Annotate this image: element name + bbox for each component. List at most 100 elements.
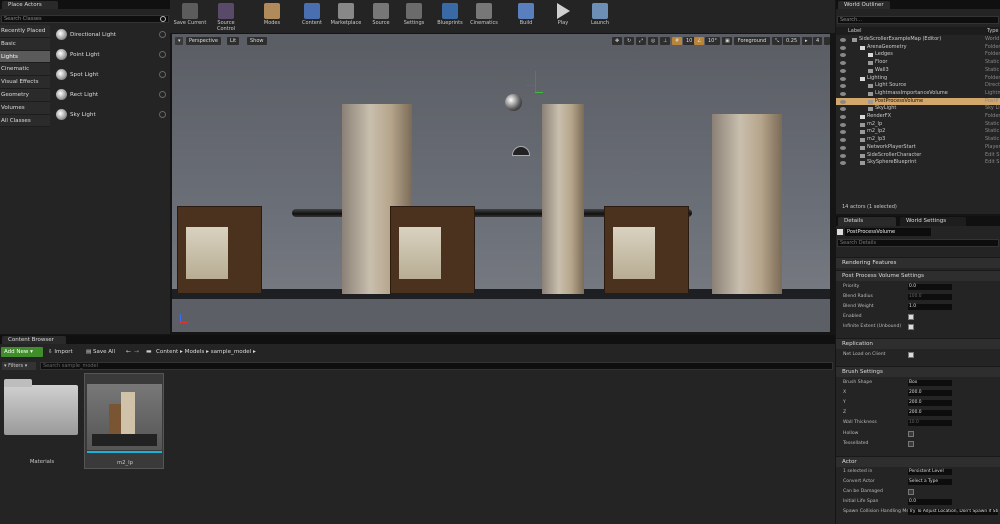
rotation-snap-value[interactable]: 10° — [705, 37, 720, 45]
breadcrumb-item[interactable]: Models — [185, 349, 205, 355]
visibility-eye-icon[interactable] — [840, 153, 846, 158]
replication-section[interactable]: Replication — [836, 338, 1000, 349]
build-button[interactable]: Build — [508, 3, 544, 31]
history-back-icon[interactable]: ← — [126, 347, 131, 357]
source-button[interactable]: Source — [363, 3, 399, 31]
actor-name-field[interactable]: PostProcessVolume — [845, 228, 931, 236]
outliner-row[interactable]: m2_lp3 Static — [836, 136, 1000, 144]
property-value-field[interactable]: 200.0 — [908, 400, 952, 406]
hollow-checkbox[interactable] — [908, 431, 914, 437]
rotate-icon[interactable]: ↻ — [624, 37, 634, 45]
visibility-eye-icon[interactable] — [840, 161, 846, 166]
actor-item[interactable]: Rect Light — [52, 85, 168, 105]
camera-icon[interactable]: ▣ — [722, 37, 732, 45]
visibility-eye-icon[interactable] — [840, 130, 846, 135]
help-icon[interactable] — [159, 51, 166, 58]
foreground-mode-button[interactable]: Foreground — [734, 37, 770, 45]
actor-item[interactable]: Point Light — [52, 45, 168, 65]
brush-shape-dropdown[interactable]: Box — [908, 380, 952, 386]
marketplace-button[interactable]: Marketplace — [328, 3, 364, 31]
help-icon[interactable] — [159, 111, 166, 118]
can-be-damaged-checkbox[interactable] — [908, 489, 914, 495]
visibility-eye-icon[interactable] — [840, 91, 846, 96]
infinite-extent-checkbox[interactable] — [908, 324, 914, 330]
category-7[interactable]: All Classes — [0, 114, 50, 128]
perspective-button[interactable]: Perspective — [186, 37, 221, 45]
help-icon[interactable] — [159, 31, 166, 38]
surface-snap-icon[interactable]: ⊥ — [660, 37, 670, 45]
add-new-button[interactable]: Add New ▾ — [1, 347, 43, 357]
net-load-checkbox[interactable] — [908, 352, 914, 358]
visibility-eye-icon[interactable] — [840, 38, 846, 42]
save-current-button[interactable]: Save Current — [172, 3, 208, 31]
save-all-button[interactable]: ▤ Save All — [86, 347, 115, 357]
outliner-row[interactable]: Lighting Folder — [836, 75, 1000, 83]
world-local-icon[interactable]: ◎ — [648, 37, 658, 45]
category-6[interactable]: Volumes — [0, 101, 50, 115]
category-4[interactable]: Visual Effects — [0, 76, 50, 89]
actor-section[interactable]: Actor — [836, 456, 1000, 467]
post-process-settings-section[interactable]: Post Process Volume Settings — [836, 270, 1000, 281]
visibility-eye-icon[interactable] — [840, 138, 846, 143]
brush-settings-section[interactable]: Brush Settings — [836, 366, 1000, 377]
world-outliner-tab[interactable]: World Outliner — [838, 1, 890, 9]
level-viewport[interactable]: ▾ Perspective Lit Show ✥ ↻ ⤢ ◎ ⊥ # 10 ∠ … — [172, 34, 830, 332]
camera-speed-value[interactable]: 4 — [813, 37, 823, 45]
property-value-field[interactable]: 100.0 — [908, 294, 952, 300]
content-button[interactable]: Content — [294, 3, 330, 31]
spawn-collision-dropdown[interactable]: Try To Adjust Location, Don't Spawn If S… — [908, 509, 998, 515]
outliner-row[interactable]: SideScrollerCharacter Edit S — [836, 152, 1000, 160]
lit-button[interactable]: Lit — [227, 37, 240, 45]
category-0[interactable]: Recently Placed — [0, 25, 50, 38]
scale-snap-icon[interactable]: ⤡ — [772, 37, 782, 45]
launch-button[interactable]: Launch — [582, 3, 618, 31]
grid-snap-icon[interactable]: # — [672, 37, 682, 45]
visibility-eye-icon[interactable] — [840, 61, 846, 66]
property-value-field[interactable]: 200.0 — [908, 390, 952, 396]
outliner-row[interactable]: SkySphereBlueprint Edit S — [836, 159, 1000, 167]
property-value-field[interactable]: Select a Type — [908, 479, 952, 485]
outliner-row[interactable]: SideScrollerExampleMap (Editor) World — [836, 36, 1000, 44]
actor-item[interactable]: Directional Light — [52, 25, 168, 45]
skylight-icon[interactable] — [512, 146, 530, 156]
visibility-eye-icon[interactable] — [840, 99, 846, 104]
filters-button[interactable]: ▾ Filters ▾ — [2, 362, 36, 370]
outliner-row[interactable]: m2_lp2 Static — [836, 128, 1000, 136]
outliner-row[interactable]: m2_lp Static — [836, 121, 1000, 129]
show-button[interactable]: Show — [247, 37, 267, 45]
outliner-row[interactable]: Ledges Folder — [836, 51, 1000, 59]
type-column-header[interactable]: Type — [987, 27, 998, 35]
visibility-eye-icon[interactable] — [840, 76, 846, 81]
asset-tile-mesh[interactable]: m2_lp — [84, 373, 164, 469]
outliner-row[interactable]: RenderFX Folder — [836, 113, 1000, 121]
category-2[interactable]: Lights — [0, 50, 50, 64]
asset-tile-folder[interactable]: Materials — [2, 373, 82, 469]
visibility-eye-icon[interactable] — [840, 45, 846, 50]
initial-life-span-field[interactable]: 0.0 — [908, 499, 952, 505]
viewport-menu-icon[interactable]: ▾ — [175, 37, 183, 45]
blueprints-button[interactable]: Blueprints — [432, 3, 468, 31]
history-forward-icon[interactable]: → — [134, 347, 139, 357]
outliner-row[interactable]: ArenaGeometry Folder — [836, 44, 1000, 52]
property-value-field[interactable]: Persistent Level — [908, 469, 952, 475]
actor-item[interactable]: Spot Light — [52, 65, 168, 85]
visibility-eye-icon[interactable] — [840, 122, 846, 127]
camera-speed-icon[interactable]: ▸ — [802, 37, 812, 45]
gizmo-y-axis[interactable] — [535, 92, 543, 93]
scale-icon[interactable]: ⤢ — [636, 37, 646, 45]
outliner-row[interactable]: PostProcessVolume PostP — [836, 97, 1000, 106]
gizmo-x-axis[interactable] — [526, 85, 535, 86]
property-value-field[interactable]: 200.0 — [908, 410, 952, 416]
label-column-header[interactable]: Label — [848, 27, 862, 35]
outliner-row[interactable]: NetworkPlayerStart Player — [836, 144, 1000, 152]
breadcrumb-item[interactable]: Content — [156, 349, 178, 355]
outliner-row[interactable]: SkyLight Sky Li — [836, 105, 1000, 113]
world-settings-tab[interactable]: World Settings — [900, 217, 966, 226]
outliner-row[interactable]: Light Source Direct — [836, 82, 1000, 90]
rotation-snap-icon[interactable]: ∠ — [694, 37, 704, 45]
outliner-search-input[interactable]: Search... — [837, 16, 999, 24]
modes-button[interactable]: Modes — [254, 3, 290, 31]
visibility-eye-icon[interactable] — [840, 68, 846, 73]
help-icon[interactable] — [159, 71, 166, 78]
import-button[interactable]: ⇩ Import — [48, 347, 73, 357]
